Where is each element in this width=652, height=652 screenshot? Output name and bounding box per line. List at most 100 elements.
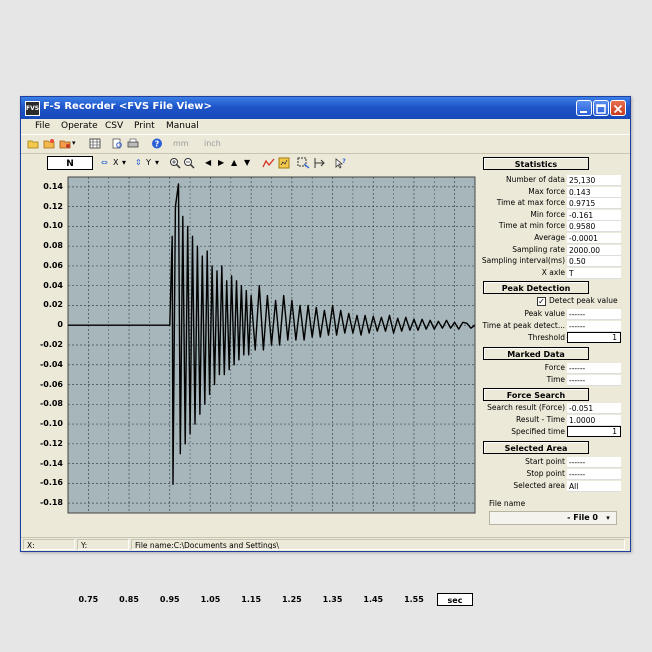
peak-value: ------ — [567, 309, 621, 320]
peak-label: Peak value — [524, 309, 565, 318]
app-icon: FVS — [25, 101, 40, 116]
print-icon[interactable] — [127, 138, 139, 149]
open-folder-icon[interactable] — [27, 138, 39, 149]
x-unit-box[interactable]: sec — [437, 593, 473, 606]
menu-csv[interactable]: CSV — [105, 121, 123, 131]
status-file: File name:C:\Documents and Settings\ — [131, 539, 625, 550]
stat-value: -0.0001 — [567, 233, 621, 244]
threshold-input[interactable]: 1 — [567, 332, 621, 343]
chart-settings-icon[interactable] — [278, 157, 290, 169]
help-icon[interactable]: ? — [151, 138, 163, 149]
close-icon — [613, 104, 623, 114]
force-label: Search result (Force) — [487, 403, 565, 412]
y-tick-label: 0.06 — [43, 260, 63, 270]
x-axis-dropdown-icon[interactable]: ▾ — [122, 157, 126, 169]
minimize-button[interactable] — [576, 100, 592, 116]
status-bar: X: Y: File name:C:\Documents and Setting… — [21, 537, 630, 551]
zoom-out-icon[interactable] — [183, 157, 195, 169]
y-tick-label: -0.14 — [39, 458, 63, 468]
file-name-label: File name — [489, 499, 526, 508]
y-axis-label[interactable]: Y — [146, 157, 151, 169]
stat-value: 0.9580 — [567, 221, 621, 233]
stat-label: Number of data — [505, 175, 565, 184]
x-axis-label[interactable]: X — [113, 157, 118, 169]
detect-peak-checkbox[interactable]: ✓ — [537, 297, 546, 306]
x-tick-label: 0.85 — [119, 595, 139, 604]
close-button[interactable] — [610, 100, 626, 116]
y-tick-label: -0.10 — [39, 419, 63, 429]
y-tick-label: 0.10 — [43, 221, 63, 231]
open-multiple-icon[interactable] — [43, 138, 55, 149]
x-tick-label: 1.25 — [281, 595, 302, 604]
scroll-down-icon[interactable]: ▼ — [244, 157, 250, 169]
cursor-help-icon[interactable]: ? — [334, 157, 347, 169]
info-panel: Statistics Number of data 25,130 Max force… — [479, 155, 625, 535]
stat-value: 0.143 — [567, 186, 621, 198]
y-tick-label: 0.08 — [43, 241, 63, 251]
y-tick-label: -0.18 — [39, 498, 63, 508]
menu-manual[interactable]: Manual — [166, 121, 199, 131]
save-icon[interactable] — [59, 138, 71, 149]
peak-detection-header: Peak Detection — [483, 281, 589, 294]
y-unit-box[interactable]: N — [47, 156, 93, 170]
file-select-value: - File 0 — [567, 513, 598, 522]
force-label: Result - Time — [515, 415, 565, 424]
menu-print[interactable]: Print — [134, 121, 155, 131]
grid-icon[interactable] — [89, 138, 101, 149]
status-x: X: — [23, 539, 75, 550]
stat-label: Time at min force — [498, 221, 565, 231]
x-tick-label: 1.55 — [404, 595, 424, 604]
force-value: 1.0000 — [567, 415, 621, 426]
line-chart-icon[interactable] — [262, 157, 275, 169]
marker-icon[interactable] — [313, 157, 326, 169]
x-tick-label: 0.75 — [78, 595, 99, 604]
file-select[interactable]: - File 0 ▾ — [489, 511, 617, 525]
y-tick-label: -0.12 — [39, 438, 63, 448]
stat-label: Min force — [530, 209, 565, 219]
plot-area: 0.14 0.12 0.10 0.08 0.06 0.04 0.02 0 -0.02 -0.04 -… — [21, 173, 481, 606]
stat-value: 25,130 — [567, 175, 621, 186]
minimize-icon — [580, 111, 587, 113]
inch-button[interactable]: inch — [204, 139, 221, 148]
window-title: F-S Recorder <FVS File View> — [43, 101, 212, 112]
stat-value: -0.161 — [567, 209, 621, 221]
y-tick-label: -0.08 — [39, 399, 63, 409]
print-preview-icon[interactable] — [111, 138, 123, 149]
save-dropdown-icon[interactable]: ▾ — [72, 139, 76, 147]
y-tick-label: -0.02 — [39, 340, 63, 349]
scroll-up-icon[interactable]: ▲ — [231, 157, 237, 169]
force-search-header: Force Search — [483, 388, 589, 401]
title-bar[interactable]: FVS F-S Recorder <FVS File View> — [21, 97, 630, 119]
select-area-icon[interactable] — [297, 157, 310, 169]
stat-label: Max force — [528, 186, 565, 196]
menu-operate[interactable]: Operate — [61, 121, 98, 131]
menu-file[interactable]: File — [35, 121, 50, 131]
mm-button[interactable]: mm — [173, 139, 189, 148]
marked-value: ------ — [567, 375, 621, 386]
y-axis-dropdown-icon[interactable]: ▾ — [155, 157, 159, 169]
area-label: Selected area — [513, 481, 565, 490]
stat-value: 0.9715 — [567, 198, 621, 210]
stat-label: X axle — [541, 267, 565, 277]
y-axis-arrows-icon[interactable]: ⇕ — [135, 157, 142, 169]
y-tick-label: -0.06 — [39, 379, 63, 389]
scroll-left-icon[interactable]: ◀ — [205, 157, 211, 169]
maximize-button[interactable] — [593, 100, 609, 116]
waveform-chart[interactable] — [21, 173, 481, 533]
threshold-label: Threshold — [528, 333, 565, 342]
dropdown-arrow-icon[interactable]: ▾ — [602, 513, 614, 523]
x-axis-arrows-icon[interactable]: ⇔ — [101, 157, 108, 169]
zoom-in-icon[interactable] — [169, 157, 181, 169]
x-tick-label: 1.35 — [322, 595, 343, 604]
statistics-header: Statistics — [483, 157, 589, 170]
stat-label: Sampling interval(ms) — [481, 256, 565, 266]
app-window: FVS F-S Recorder <FVS File View> File Op… — [20, 96, 631, 606]
specified-time-input[interactable]: 1 — [567, 426, 621, 437]
y-tick-label: -0.04 — [39, 359, 63, 369]
y-tick-label: 0.02 — [43, 300, 63, 310]
svg-text:?: ? — [342, 158, 346, 165]
scroll-right-icon[interactable]: ▶ — [218, 157, 224, 169]
plot-toolbar: N ⇔ X ▾ ⇕ Y ▾ ◀ ▶ ▲ ▼ ? — [21, 155, 481, 171]
area-value: ------ — [567, 469, 621, 480]
peak-value: ------ — [567, 321, 621, 332]
